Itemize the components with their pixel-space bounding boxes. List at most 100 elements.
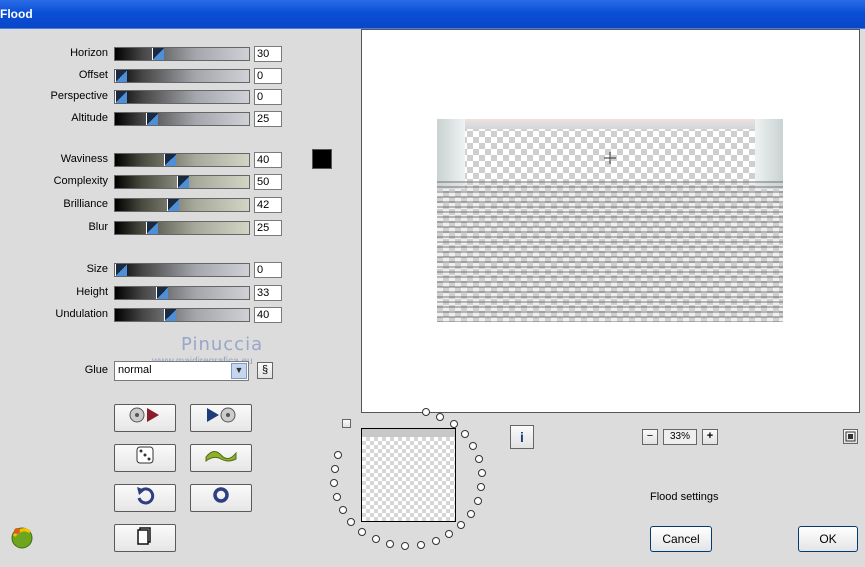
slider-altitude[interactable] (114, 112, 250, 126)
dial-dot[interactable] (477, 469, 486, 478)
slider-blur[interactable] (114, 221, 250, 235)
slider-thumb[interactable] (115, 264, 127, 276)
dial-dot[interactable] (436, 412, 445, 421)
label-undulation: Undulation (55, 308, 108, 320)
slider-perspective[interactable] (114, 90, 250, 104)
random-dice-icon (134, 446, 156, 469)
slider-offset[interactable] (114, 69, 250, 83)
title-bar: Flood (0, 0, 865, 29)
random-button[interactable] (114, 444, 176, 472)
slider-horizon[interactable] (114, 47, 250, 61)
chevron-down-icon[interactable]: ▼ (231, 363, 247, 379)
reset-icon (210, 487, 232, 509)
input-blur[interactable]: 25 (254, 220, 282, 236)
label-size: Size (86, 263, 108, 275)
slider-thumb[interactable] (164, 309, 176, 321)
save-preset-icon (201, 407, 241, 429)
slider-thumb[interactable] (146, 113, 158, 125)
slider-thumb[interactable] (146, 222, 158, 234)
glue-select[interactable]: normal ▼ (114, 361, 249, 381)
zoom-in-button[interactable]: + (702, 429, 718, 445)
undo-icon (134, 487, 156, 509)
slider-brilliance[interactable] (114, 198, 250, 212)
slider-complexity[interactable] (114, 175, 250, 189)
crosshair-icon[interactable] (604, 152, 616, 164)
label-brilliance: Brilliance (63, 198, 108, 210)
label-complexity: Complexity (53, 175, 108, 187)
link-icon[interactable]: § (257, 362, 273, 379)
ok-button[interactable]: OK (798, 526, 858, 552)
input-height[interactable]: 33 (254, 285, 282, 301)
dial-dot[interactable] (449, 420, 458, 429)
input-complexity[interactable]: 50 (254, 174, 282, 190)
dial-dot[interactable] (371, 535, 380, 544)
zoom-out-button[interactable]: − (642, 429, 658, 445)
dial-dot[interactable] (469, 442, 478, 451)
dial-dot[interactable] (386, 540, 395, 549)
dial-dot[interactable] (445, 530, 454, 539)
reset-button[interactable] (190, 484, 252, 512)
dial-dot[interactable] (330, 478, 339, 487)
dial-dot[interactable] (457, 521, 466, 530)
label-glue: Glue (84, 364, 108, 376)
color-swatch[interactable] (312, 149, 332, 169)
load-preset-button[interactable] (114, 404, 176, 432)
copy-button[interactable] (114, 524, 176, 552)
dial-dot[interactable] (466, 510, 475, 519)
save-preset-button[interactable] (190, 404, 252, 432)
dial-dot[interactable] (475, 455, 484, 464)
slider-undulation[interactable] (114, 308, 250, 322)
slider-thumb[interactable] (177, 176, 189, 188)
dial-dot[interactable] (347, 517, 356, 526)
input-perspective[interactable]: 0 (254, 89, 282, 105)
app-logo-icon (8, 522, 36, 550)
label-altitude: Altitude (71, 112, 108, 124)
input-altitude[interactable]: 25 (254, 111, 282, 127)
input-brilliance[interactable]: 42 (254, 197, 282, 213)
input-undulation[interactable]: 40 (254, 307, 282, 323)
watermark-name: Pinuccia (181, 334, 264, 355)
navigator-thumbnail[interactable] (361, 428, 456, 522)
label-waviness: Waviness (60, 153, 108, 165)
proof-icon[interactable] (843, 429, 858, 444)
slider-thumb[interactable] (167, 199, 179, 211)
dial-dot[interactable] (431, 537, 440, 546)
input-offset[interactable]: 0 (254, 68, 282, 84)
label-height: Height (76, 286, 108, 298)
dial-dot[interactable] (338, 505, 347, 514)
slider-thumb[interactable] (115, 91, 127, 103)
info-icon[interactable]: i (510, 425, 534, 449)
cancel-button[interactable]: Cancel (650, 526, 712, 552)
slider-thumb[interactable] (152, 48, 164, 60)
slider-size[interactable] (114, 263, 250, 277)
label-blur: Blur (88, 221, 108, 233)
dial-dot[interactable] (473, 497, 482, 506)
input-horizon[interactable]: 30 (254, 46, 282, 62)
dial-dot[interactable] (421, 407, 430, 416)
input-size[interactable]: 0 (254, 262, 282, 278)
slider-waviness[interactable] (114, 153, 250, 167)
dial-dot[interactable] (477, 483, 486, 492)
navigator-handle-icon[interactable] (342, 419, 351, 428)
dial-dot[interactable] (334, 450, 343, 459)
preview-frame-top (437, 119, 783, 129)
navigator-frame (362, 429, 455, 437)
dial-dot[interactable] (358, 527, 367, 536)
slider-height[interactable] (114, 286, 250, 300)
window-title: Flood (0, 7, 33, 21)
preview-image[interactable] (437, 119, 783, 322)
dial-dot[interactable] (332, 492, 341, 501)
undo-button[interactable] (114, 484, 176, 512)
dial-dot[interactable] (330, 464, 339, 473)
zoom-value: 33% (663, 429, 697, 445)
dial-dot[interactable] (416, 541, 425, 550)
wave-button[interactable] (190, 444, 252, 472)
dial-dot[interactable] (401, 542, 410, 551)
wave-icon (204, 451, 238, 469)
slider-thumb[interactable] (156, 287, 168, 299)
slider-thumb[interactable] (115, 70, 127, 82)
copy-icon (134, 527, 156, 549)
dial-dot[interactable] (460, 430, 469, 439)
input-waviness[interactable]: 40 (254, 152, 282, 168)
slider-thumb[interactable] (164, 154, 176, 166)
